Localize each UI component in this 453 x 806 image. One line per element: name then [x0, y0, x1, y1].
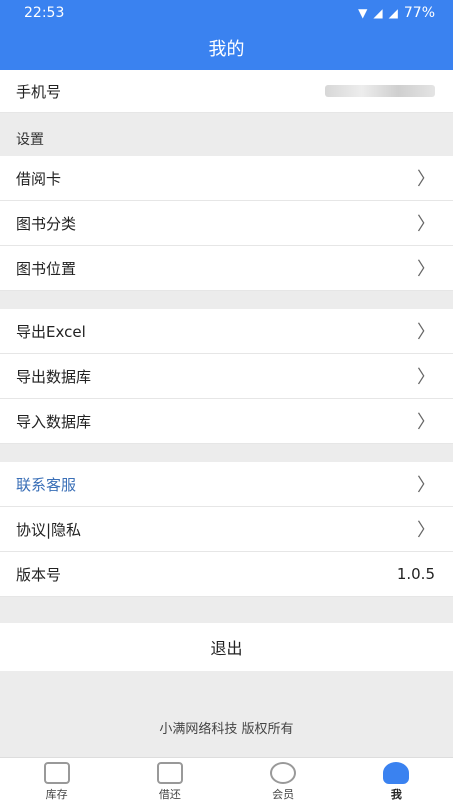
- tab-label: 借还: [158, 788, 181, 801]
- phone-label: 手机号: [16, 82, 62, 101]
- tab-label: 库存: [45, 788, 68, 801]
- tab-inventory[interactable]: 库存: [17, 762, 97, 802]
- inventory-icon: [43, 762, 70, 784]
- page-title: 我的: [208, 39, 245, 60]
- battery-level: 77%: [403, 5, 435, 21]
- export-excel-item[interactable]: 导出Excel 〉: [0, 309, 453, 354]
- settings-item-label: 图书位置: [16, 259, 77, 278]
- tab-borrow-return[interactable]: 借还: [130, 762, 210, 802]
- wifi-icon: ▼: [358, 6, 368, 20]
- version-label: 版本号: [16, 565, 62, 584]
- signal-icon: ◢: [373, 6, 383, 20]
- tab-me[interactable]: 我: [356, 762, 436, 802]
- settings-item-book-location[interactable]: 图书位置 〉: [0, 246, 453, 291]
- bottom-tab-bar: 库存 借还 会员 我: [0, 757, 453, 806]
- phone-row: 手机号: [0, 70, 453, 113]
- chevron-right-icon: 〉: [417, 412, 435, 433]
- logout-label: 退出: [210, 639, 243, 658]
- data-item-label: 导出Excel: [16, 322, 86, 341]
- section-divider: [0, 291, 453, 309]
- status-time: 22:53: [24, 5, 65, 21]
- version-value: 1.0.5: [396, 565, 435, 583]
- footer-area: [0, 671, 453, 757]
- tab-label: 我: [390, 788, 402, 801]
- chevron-right-icon: 〉: [417, 259, 435, 280]
- tab-members[interactable]: 会员: [243, 762, 323, 802]
- export-database-item[interactable]: 导出数据库 〉: [0, 354, 453, 399]
- status-bar: 22:53 ▼ ◢ ◢ 77%: [0, 0, 453, 26]
- privacy-item[interactable]: 协议|隐私 〉: [0, 507, 453, 552]
- data-item-label: 导入数据库: [16, 412, 92, 431]
- user-icon: [383, 762, 410, 784]
- phone-value-blurred: [325, 85, 435, 97]
- chevron-right-icon: 〉: [417, 322, 435, 343]
- chevron-right-icon: 〉: [417, 520, 435, 541]
- section-divider: [0, 597, 453, 623]
- settings-item-book-category[interactable]: 图书分类 〉: [0, 201, 453, 246]
- signal-icon-2: ◢: [388, 6, 398, 20]
- chevron-right-icon: 〉: [417, 169, 435, 190]
- chevron-right-icon: 〉: [417, 367, 435, 388]
- logout-button[interactable]: 退出: [0, 623, 453, 671]
- borrow-return-icon: [156, 762, 183, 784]
- chevron-right-icon: 〉: [417, 214, 435, 235]
- members-icon: [270, 762, 297, 784]
- settings-section-title: 设置: [0, 113, 453, 156]
- settings-item-library-card[interactable]: 借阅卡 〉: [0, 156, 453, 201]
- contact-support-item[interactable]: 联系客服 〉: [0, 462, 453, 507]
- settings-item-label: 借阅卡: [16, 169, 62, 188]
- page-header: 我的: [0, 26, 453, 70]
- settings-item-label: 图书分类: [16, 214, 77, 233]
- data-item-label: 导出数据库: [16, 367, 92, 386]
- tab-label: 会员: [272, 788, 295, 801]
- contact-support-label: 联系客服: [16, 475, 77, 494]
- status-icons: ▼ ◢ ◢ 77%: [358, 5, 435, 21]
- chevron-right-icon: 〉: [417, 475, 435, 496]
- section-divider: [0, 444, 453, 462]
- privacy-label: 协议|隐私: [16, 520, 82, 539]
- copyright-text: 小满网络科技 版权所有: [159, 722, 294, 737]
- version-row: 版本号 1.0.5: [0, 552, 453, 597]
- import-database-item[interactable]: 导入数据库 〉: [0, 399, 453, 444]
